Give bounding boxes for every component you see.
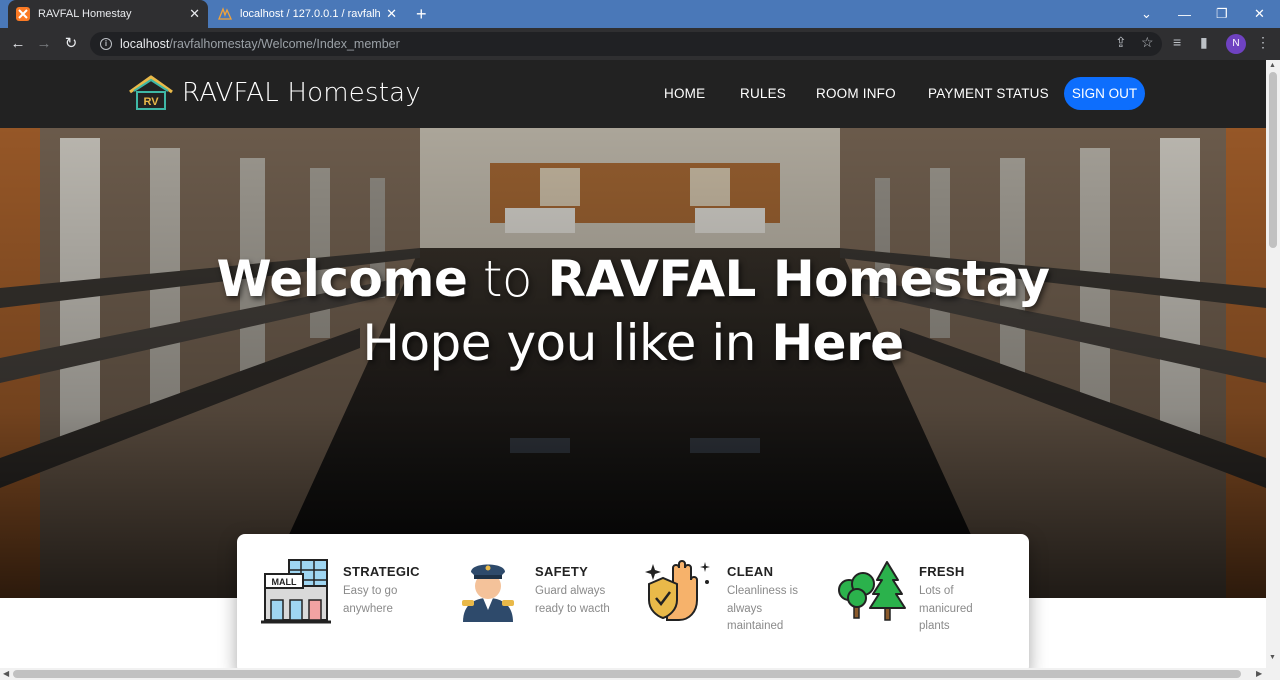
side-panel-icon[interactable]: ▮	[1200, 34, 1208, 51]
feature-safety: SAFETY Guard always ready to wacth	[453, 556, 643, 656]
mall-building-icon: MALL	[261, 559, 331, 624]
scroll-left-icon[interactable]: ◀	[3, 668, 9, 680]
feature-description: Easy to go anywhere	[343, 585, 398, 615]
browser-tab-active[interactable]: RAVFAL Homestay ✕	[8, 0, 208, 28]
hero-heading: Welcome to RAVFAL Homestay	[0, 250, 1266, 308]
new-tab-icon[interactable]: +	[416, 3, 427, 25]
feature-description: Guard always ready to wacth	[535, 585, 610, 615]
feature-strategic: MALL STRATEGIC Easy to go anywhere	[261, 556, 451, 656]
phpmyadmin-favicon-icon	[218, 7, 232, 20]
nav-rules[interactable]: RULES	[740, 86, 786, 101]
sign-out-button[interactable]: SIGN OUT	[1064, 77, 1145, 110]
address-bar[interactable]: i localhost/ravfalhomestay/Welcome/Index…	[90, 32, 1162, 56]
url-path: /ravfalhomestay/Welcome/Index_member	[169, 37, 400, 51]
browser-tab[interactable]: localhost / 127.0.0.1 / ravfalhome ✕	[210, 0, 405, 28]
reload-icon[interactable]: ↻	[61, 34, 81, 54]
brand-name: RAVFAL Homestay	[182, 78, 421, 108]
feature-clean: CLEAN Cleanliness is always maintained	[645, 556, 835, 656]
scroll-down-icon[interactable]: ▼	[1269, 654, 1276, 661]
tab-title: localhost / 127.0.0.1 / ravfalhome	[240, 8, 381, 20]
feature-description: Lots of manicured plants	[919, 585, 973, 632]
feature-title: SAFETY	[535, 564, 589, 579]
profile-avatar[interactable]: N	[1226, 34, 1246, 54]
forward-icon[interactable]: →	[34, 34, 54, 54]
features-card: MALL STRATEGIC Easy to go anywhere SAFET…	[237, 534, 1029, 674]
tab-search-icon[interactable]: ⌄	[1141, 0, 1152, 28]
close-window-icon[interactable]: ✕	[1254, 0, 1265, 28]
hero-brand: RAVFAL Homestay	[547, 250, 1050, 308]
clean-hand-shield-icon	[645, 560, 710, 621]
security-guard-icon	[462, 564, 514, 622]
browser-toolbar: ← → ↻ i localhost/ravfalhomestay/Welcome…	[0, 28, 1280, 60]
url-host: localhost	[120, 37, 170, 51]
feature-title: CLEAN	[727, 564, 774, 579]
vertical-scrollbar[interactable]: ▲ ▼	[1266, 60, 1280, 668]
tab-close-icon[interactable]: ✕	[386, 6, 397, 22]
horizontal-scroll-thumb[interactable]	[13, 670, 1241, 678]
feature-fresh: FRESH Lots of manicured plants	[837, 556, 1027, 656]
minimize-icon[interactable]: —	[1178, 0, 1191, 28]
hero-section: Welcome to RAVFAL Homestay Hope you like…	[0, 128, 1266, 598]
media-control-icon[interactable]: ≡	[1173, 34, 1181, 50]
nav-home[interactable]: HOME	[664, 86, 705, 101]
scroll-right-icon[interactable]: ▶	[1256, 668, 1262, 680]
bookmark-star-icon[interactable]: ☆	[1141, 34, 1154, 51]
restore-icon[interactable]: ❐	[1216, 0, 1228, 28]
svg-text:MALL: MALL	[272, 577, 297, 587]
svg-text:RV: RV	[143, 96, 159, 108]
brand-link[interactable]: RV RAVFAL Homestay	[128, 74, 421, 112]
nav-room-info[interactable]: ROOM INFO	[816, 86, 896, 101]
hero-welcome: Welcome	[216, 250, 468, 308]
tab-title: RAVFAL Homestay	[38, 8, 132, 20]
site-info-icon[interactable]: i	[100, 38, 112, 50]
hero-hope: Hope you like in	[362, 314, 756, 372]
chrome-menu-icon[interactable]: ⋮	[1256, 34, 1270, 51]
feature-description: Cleanliness is always maintained	[727, 585, 798, 632]
scroll-up-icon[interactable]: ▲	[1269, 62, 1276, 69]
nav-payment-status[interactable]: PAYMENT STATUS	[928, 86, 1049, 101]
feature-title: FRESH	[919, 564, 965, 579]
horizontal-scrollbar[interactable]: ◀ ▶	[0, 668, 1280, 680]
back-icon[interactable]: ←	[8, 34, 28, 54]
site-navbar: RV RAVFAL Homestay HOME RULES ROOM INFO …	[0, 60, 1266, 128]
browser-tabstrip: RAVFAL Homestay ✕ localhost / 127.0.0.1 …	[0, 0, 1280, 28]
feature-title: STRATEGIC	[343, 564, 420, 579]
xampp-favicon-icon	[16, 7, 30, 21]
hero-to: to	[482, 250, 533, 308]
house-logo-icon: RV	[129, 75, 173, 110]
share-icon[interactable]: ⇪	[1115, 34, 1127, 51]
vertical-scroll-thumb[interactable]	[1269, 72, 1277, 248]
hero-subheading: Hope you like in Here	[0, 314, 1266, 372]
hero-here: Here	[771, 314, 904, 372]
trees-icon	[838, 561, 906, 621]
tab-close-icon[interactable]: ✕	[189, 6, 200, 22]
